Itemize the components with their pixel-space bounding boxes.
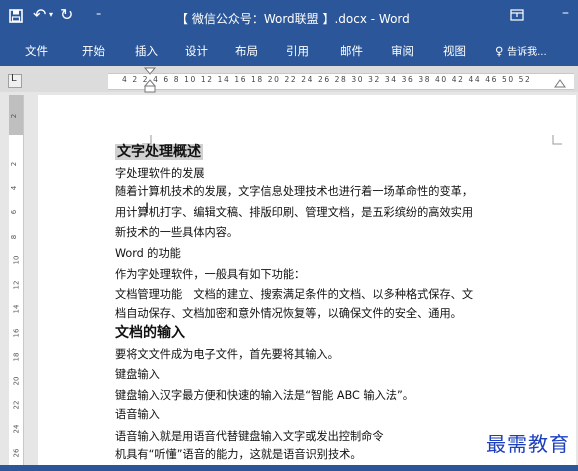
body-line: 档自动保存、文档加密和意外情况恢复等，以确保文件的安全、通用。 bbox=[115, 307, 462, 320]
vruler-num: 8 bbox=[10, 234, 19, 240]
tab-layout[interactable]: 布局 bbox=[235, 43, 258, 59]
body-line: 作为字处理软件，一般具有如下功能： bbox=[115, 268, 306, 281]
tab-home[interactable]: 开始 bbox=[82, 43, 105, 59]
tab-review[interactable]: 审阅 bbox=[391, 43, 414, 59]
watermark-logo: 最需教育 bbox=[486, 432, 570, 456]
vruler-num: 12 bbox=[12, 280, 21, 290]
tab-view[interactable]: 视图 bbox=[443, 43, 466, 59]
body-line: 新技术的一些具体内容。 bbox=[115, 226, 239, 239]
tab-mailings[interactable]: 邮件 bbox=[340, 43, 363, 59]
body-line: 键盘输入 bbox=[115, 368, 160, 381]
window-title: 【 微信公众号：Word联盟 】.docx - Word bbox=[176, 12, 410, 26]
horizontal-ruler-row: 4 2 2 4 6 8 10 12 14 16 18 20 22 24 26 2… bbox=[0, 66, 578, 93]
lightbulb-icon: ♀ bbox=[495, 44, 504, 58]
vruler-num: 18 bbox=[12, 352, 21, 362]
tell-me-box[interactable]: ♀ 告诉我... bbox=[495, 43, 547, 58]
vruler-num: 20 bbox=[12, 376, 21, 386]
tab-references[interactable]: 引用 bbox=[286, 43, 309, 59]
vruler-num: 4 bbox=[10, 185, 19, 191]
body-line: 键盘输入汉字最方便和快速的输入法是“智能 ABC 输入法”。 bbox=[115, 389, 414, 402]
right-indent-marker[interactable] bbox=[554, 79, 566, 89]
indent-markers-icon[interactable] bbox=[144, 67, 156, 95]
horizontal-ruler[interactable]: 4 2 2 4 6 8 10 12 14 16 18 20 22 24 26 2… bbox=[108, 67, 574, 93]
redo-icon[interactable]: ↻ bbox=[60, 7, 73, 23]
title-bar: ↶ ▾ ↻ ₌ 【 微信公众号：Word联盟 】.docx - Word – bbox=[0, 0, 578, 38]
body-line: 要将文文件成为电子文件，首先要将其输入。 bbox=[115, 348, 339, 361]
tab-design[interactable]: 设计 bbox=[185, 43, 208, 59]
heading-document-input: 文档的输入 bbox=[115, 325, 185, 341]
save-icon[interactable] bbox=[9, 9, 23, 26]
ribbon-tabs: 文件 开始 插入 设计 布局 引用 邮件 审阅 视图 ♀ 告诉我... bbox=[0, 38, 578, 66]
ruler-numbers: 4 2 2 4 6 8 10 12 14 16 18 20 22 24 26 2… bbox=[122, 75, 532, 84]
selected-text[interactable]: 文字处理概述 bbox=[115, 144, 203, 160]
undo-icon[interactable]: ↶ bbox=[33, 7, 46, 23]
tab-file[interactable]: 文件 bbox=[25, 43, 48, 59]
body-line: 用计算机打字、编辑文稿、排版印刷、管理文档，是五彩缤纷的高效实用 bbox=[115, 206, 474, 219]
minimize-icon[interactable]: – bbox=[562, 6, 569, 20]
body-line: 机具有“听懂”语音的能力，这就是语音识别技术。 bbox=[115, 448, 362, 461]
vruler-num: 24 bbox=[12, 424, 21, 434]
customize-toolbar-icon[interactable]: ₌ bbox=[96, 9, 101, 19]
vruler-num: 10 bbox=[12, 255, 21, 265]
body-line: 随着计算机技术的发展，文字信息处理技术也进行着一场革命性的变革， bbox=[115, 185, 474, 198]
vruler-num: 6 bbox=[10, 209, 19, 215]
tell-me-label: 告诉我... bbox=[507, 47, 547, 58]
body-line: Word 的功能 bbox=[115, 247, 181, 260]
tab-insert[interactable]: 插入 bbox=[135, 43, 158, 59]
tab-selector-icon[interactable] bbox=[8, 73, 22, 88]
vruler-num: 26 bbox=[12, 448, 21, 458]
body-line: 文档管理功能 文档的建立、搜索满足条件的文档、以多种格式保存、文 bbox=[115, 288, 474, 301]
vruler-num: 2 bbox=[10, 113, 19, 119]
text-cursor-icon: I bbox=[145, 201, 150, 217]
body-line: 语音输入就是用语音代替键盘输入文字或发出控制命令 bbox=[115, 430, 384, 443]
vruler-num: 2 bbox=[10, 161, 19, 167]
body-line: 语音输入 bbox=[115, 408, 160, 421]
vertical-ruler[interactable]: 2 2 4 6 8 10 12 14 16 18 20 22 24 26 bbox=[9, 95, 24, 471]
heading-text-processing: 文字处理概述 bbox=[115, 141, 203, 161]
vruler-num: 16 bbox=[12, 328, 21, 338]
vruler-num: 22 bbox=[12, 400, 21, 410]
crop-mark-right bbox=[552, 135, 562, 145]
undo-dropdown-icon[interactable]: ▾ bbox=[49, 11, 53, 19]
body-line: 字处理软件的发展 bbox=[115, 167, 205, 180]
vruler-num: 14 bbox=[12, 304, 21, 314]
status-bar bbox=[0, 465, 578, 471]
ribbon-display-options-icon[interactable] bbox=[510, 9, 524, 24]
